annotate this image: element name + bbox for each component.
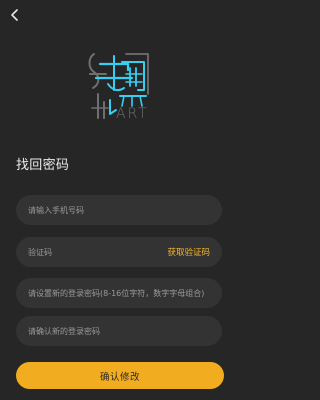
reset-password-screen: ART 找回密码 获取验证码 确认修改	[0, 0, 240, 400]
confirm-change-button[interactable]: 确认修改	[16, 362, 224, 389]
confirm-password-input[interactable]	[28, 326, 210, 336]
code-field[interactable]: 获取验证码	[16, 237, 222, 267]
chevron-left-icon	[11, 9, 18, 21]
new-password-input[interactable]	[28, 288, 210, 298]
new-password-field[interactable]	[16, 278, 222, 308]
logo-wordmark: ART	[116, 106, 149, 122]
app-logo: ART	[82, 44, 158, 132]
phone-field[interactable]	[16, 195, 222, 225]
confirm-password-field[interactable]	[16, 316, 222, 346]
page-title: 找回密码	[16, 158, 70, 173]
phone-input[interactable]	[28, 205, 210, 215]
back-button[interactable]	[7, 7, 23, 23]
code-input[interactable]	[28, 247, 162, 257]
get-code-button[interactable]: 获取验证码	[167, 246, 210, 258]
